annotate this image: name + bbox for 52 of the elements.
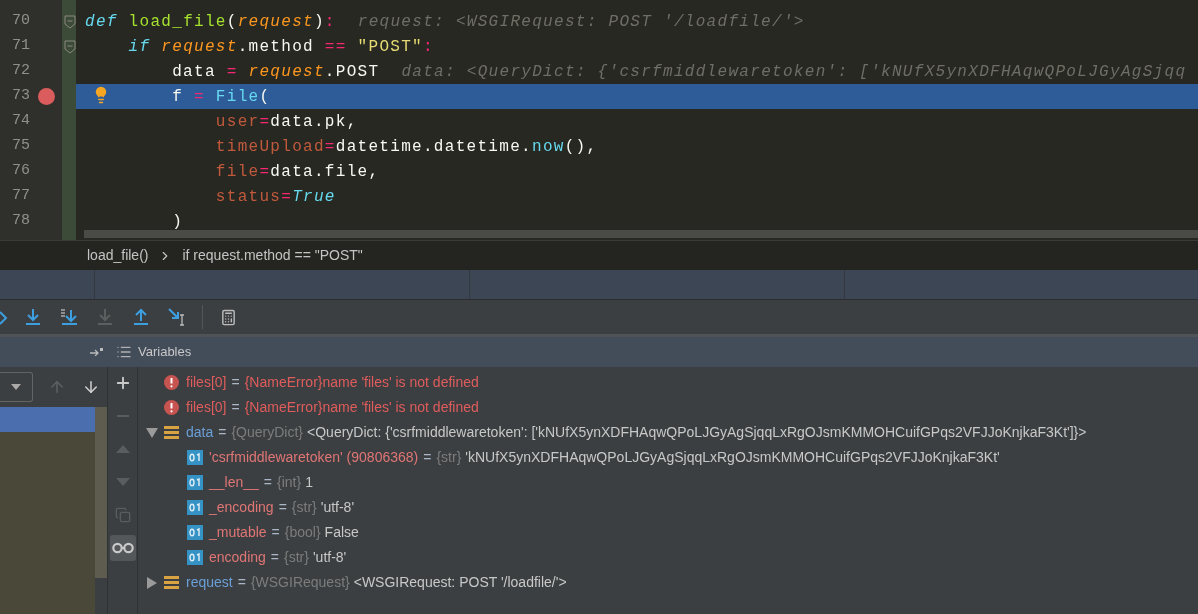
line-number: 70 [11, 11, 30, 32]
variables-tool-button[interactable] [109, 535, 136, 561]
code-line: data = request.POST data: <QueryDict: {'csrfmiddlewaretoken': ['kNUfX5ynXDFHAqwQPoLJGyAgSjqq [172, 61, 1187, 83]
error-icon [164, 375, 179, 390]
variable-entry[interactable]: encoding = {str} 'utf-8' [209, 547, 347, 568]
line-number: 75 [11, 136, 30, 157]
error-icon [164, 400, 179, 415]
line-number: 74 [11, 111, 30, 132]
frame-dropdown[interactable] [0, 372, 33, 402]
line-number: 72 [11, 61, 30, 82]
variable-entry[interactable]: request = {WSGIRequest} <WSGIRequest: POST '/loadfile/'> [186, 572, 567, 593]
variable-entry[interactable]: __len__ = {int} 1 [209, 472, 313, 493]
code-line: file=data.file, [215, 161, 380, 183]
variable-entry[interactable]: files[0] = {NameError}name 'files' is not defined [186, 397, 479, 418]
field-icon [187, 525, 203, 540]
line-number: 73 [11, 86, 30, 107]
code-line: def load_file(request): request: <WSGIRequest: POST '/loadfile/'> [85, 11, 805, 33]
code-line: if request.method == "POST": [128, 36, 434, 58]
expanded-arrow-icon[interactable] [146, 426, 158, 439]
vertical-scrollbar[interactable] [95, 407, 107, 578]
fold-marker-icon[interactable] [64, 14, 76, 29]
line-number: 78 [11, 211, 30, 232]
line-number: 76 [11, 161, 30, 182]
field-icon [187, 500, 203, 515]
breakpoint-icon[interactable] [37, 88, 55, 105]
field-icon [187, 475, 203, 490]
list-icon [116, 344, 132, 360]
code-line: status=True [215, 186, 336, 208]
field-icon [187, 450, 203, 465]
line-number: 77 [11, 186, 30, 207]
panel-title: Variables [138, 343, 192, 362]
variable-entry[interactable]: _encoding = {str} 'utf-8' [209, 497, 355, 518]
field-icon [187, 550, 203, 565]
breadcrumb-item[interactable]: if request.method == "POST" [182, 245, 363, 266]
variable-entry[interactable]: _mutable = {bool} False [209, 522, 359, 543]
code-line: timeUpload=datetime.datetime.now(), [215, 136, 598, 158]
variable-entry[interactable]: data = {QueryDict} <QueryDict: {'csrfmiddlewaretoken': ['kNUfX5ynXDFHAqwQPoLJGyAgSjqqLxRgOJsmKMMOHCuifGPqs2VFJJoKnjkaF3Kt']}> [186, 422, 1087, 443]
caret-icon [11, 384, 21, 390]
stack-icon [164, 575, 179, 590]
code-line: f = File( [172, 86, 271, 108]
horizontal-scrollbar[interactable] [84, 230, 1198, 238]
stack-icon [164, 425, 179, 440]
code-line: ) [172, 211, 184, 233]
breadcrumb-item[interactable]: load_file() [87, 245, 149, 266]
glasses-icon[interactable] [111, 542, 134, 554]
fold-marker-icon[interactable] [64, 39, 76, 54]
code-line: user=data.pk, [215, 111, 358, 133]
variable-entry[interactable]: 'csrfmiddlewaretoken' (90806368) = {str} 'kNUfX5ynXDFHAqwQPoLJGyAgSjqqLxRgOJsmKMMOHCuifGPqs2VFJJoKnjkaF3Kt' [209, 447, 1000, 468]
line-number: 71 [11, 36, 30, 57]
collapsed-arrow-icon[interactable] [146, 576, 158, 589]
hide-panel-icon[interactable] [90, 348, 104, 356]
variable-entry[interactable]: files[0] = {NameError}name 'files' is not defined [186, 372, 479, 393]
